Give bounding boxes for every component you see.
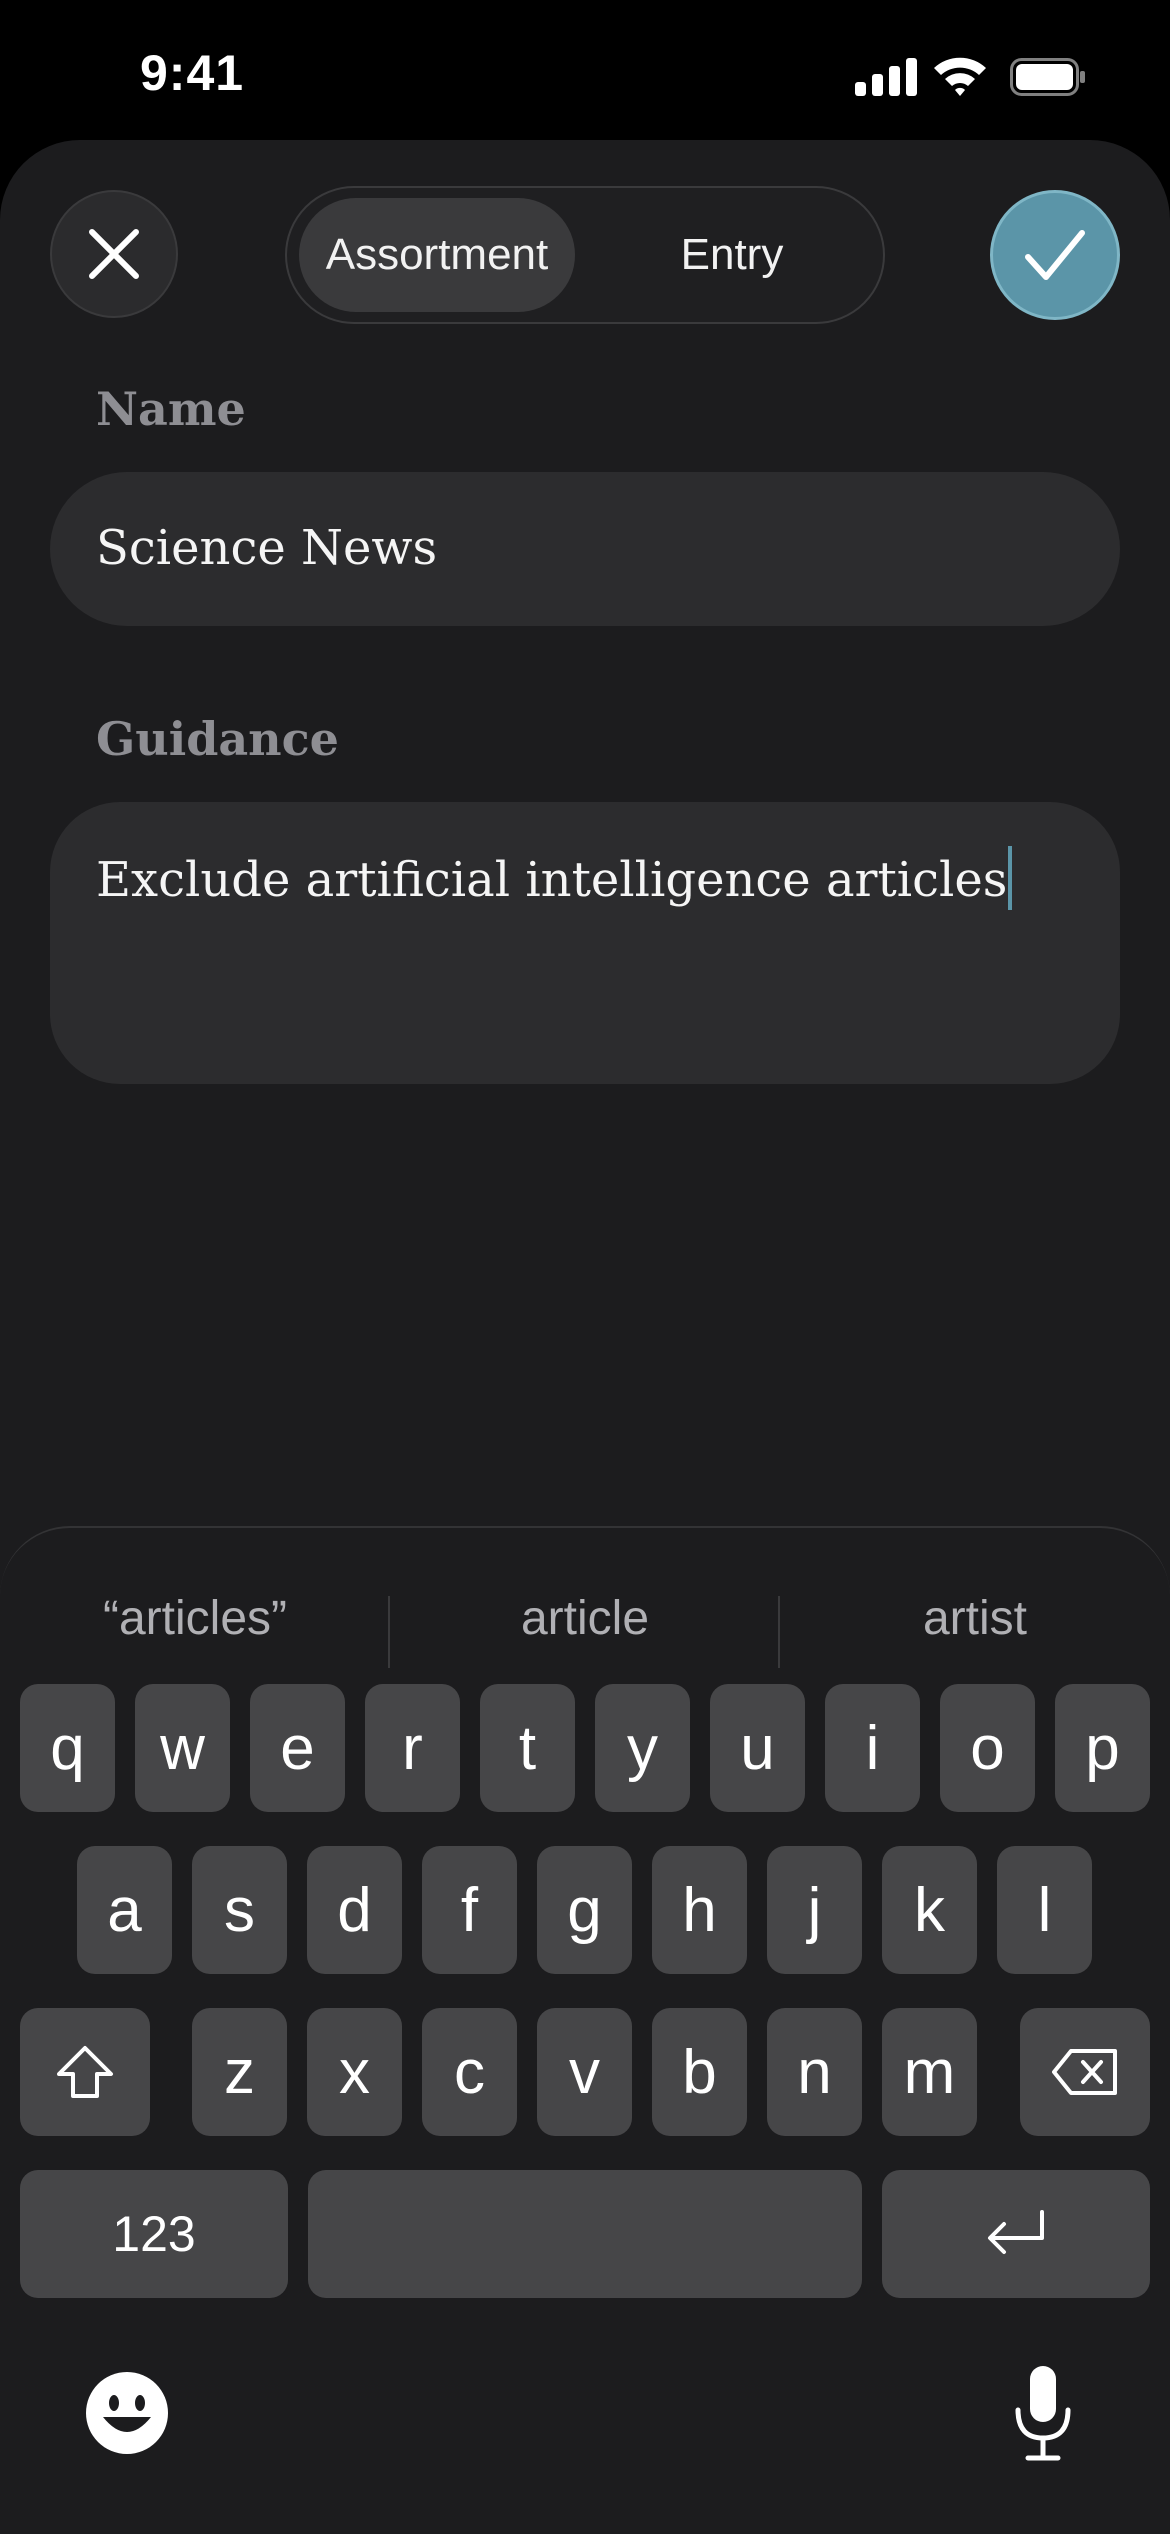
- key-t[interactable]: t: [480, 1684, 575, 1812]
- shift-key[interactable]: [20, 2008, 150, 2136]
- emoji-button[interactable]: [84, 2370, 170, 2456]
- guidance-label: Guidance: [96, 712, 339, 766]
- key-o[interactable]: o: [940, 1684, 1035, 1812]
- dictation-button[interactable]: [1000, 2362, 1086, 2466]
- shift-icon: [57, 2046, 113, 2098]
- key-g[interactable]: g: [537, 1846, 632, 1974]
- key-r[interactable]: r: [365, 1684, 460, 1812]
- key-c[interactable]: c: [422, 2008, 517, 2136]
- keyboard: “articles” article artist q w e r t y u …: [0, 1526, 1170, 2534]
- key-b[interactable]: b: [652, 2008, 747, 2136]
- segmented-control: Assortment Entry: [285, 186, 885, 324]
- suggestion-bar: “articles” article artist: [0, 1558, 1170, 1678]
- key-q[interactable]: q: [20, 1684, 115, 1812]
- confirm-button[interactable]: [990, 190, 1120, 320]
- segment-assortment[interactable]: Assortment: [299, 198, 575, 312]
- key-p[interactable]: p: [1055, 1684, 1150, 1812]
- close-button[interactable]: [50, 190, 178, 318]
- key-z[interactable]: z: [192, 2008, 287, 2136]
- name-label: Name: [96, 382, 246, 436]
- emoji-icon: [86, 2372, 168, 2454]
- name-value: Science News: [96, 520, 438, 576]
- return-icon: [988, 2210, 1044, 2254]
- key-i[interactable]: i: [825, 1684, 920, 1812]
- segment-entry[interactable]: Entry: [587, 198, 877, 312]
- return-key[interactable]: [882, 2170, 1150, 2298]
- key-y[interactable]: y: [595, 1684, 690, 1812]
- key-h[interactable]: h: [652, 1846, 747, 1974]
- key-d[interactable]: d: [307, 1846, 402, 1974]
- text-cursor: [1008, 846, 1013, 910]
- key-u[interactable]: u: [710, 1684, 805, 1812]
- checkmark-icon: [1025, 230, 1085, 280]
- numbers-key[interactable]: 123: [20, 2170, 288, 2298]
- status-bar: 9:41: [0, 0, 1170, 140]
- key-m[interactable]: m: [882, 2008, 977, 2136]
- delete-icon: [1052, 2049, 1117, 2095]
- guidance-value: Exclude artificial intelligence articles: [96, 852, 1008, 908]
- space-key[interactable]: [308, 2170, 862, 2298]
- suggestion-3[interactable]: artist: [780, 1558, 1170, 1678]
- wifi-icon: [934, 57, 986, 96]
- key-v[interactable]: v: [537, 2008, 632, 2136]
- key-e[interactable]: e: [250, 1684, 345, 1812]
- cellular-signal-icon: [855, 56, 917, 96]
- status-time: 9:41: [140, 45, 245, 101]
- suggestion-1[interactable]: “articles”: [0, 1558, 390, 1678]
- key-x[interactable]: x: [307, 2008, 402, 2136]
- key-a[interactable]: a: [77, 1846, 172, 1974]
- delete-key[interactable]: [1020, 2008, 1150, 2136]
- key-l[interactable]: l: [997, 1846, 1092, 1974]
- key-j[interactable]: j: [767, 1846, 862, 1974]
- key-s[interactable]: s: [192, 1846, 287, 1974]
- key-k[interactable]: k: [882, 1846, 977, 1974]
- key-n[interactable]: n: [767, 2008, 862, 2136]
- name-field[interactable]: Science News: [50, 472, 1120, 626]
- key-w[interactable]: w: [135, 1684, 230, 1812]
- microphone-icon: [1015, 2366, 1071, 2461]
- close-icon: [89, 229, 139, 279]
- guidance-field[interactable]: Exclude artificial intelligence articles: [50, 802, 1120, 1084]
- key-f[interactable]: f: [422, 1846, 517, 1974]
- suggestion-2[interactable]: article: [390, 1558, 780, 1678]
- battery-icon: [1010, 58, 1085, 96]
